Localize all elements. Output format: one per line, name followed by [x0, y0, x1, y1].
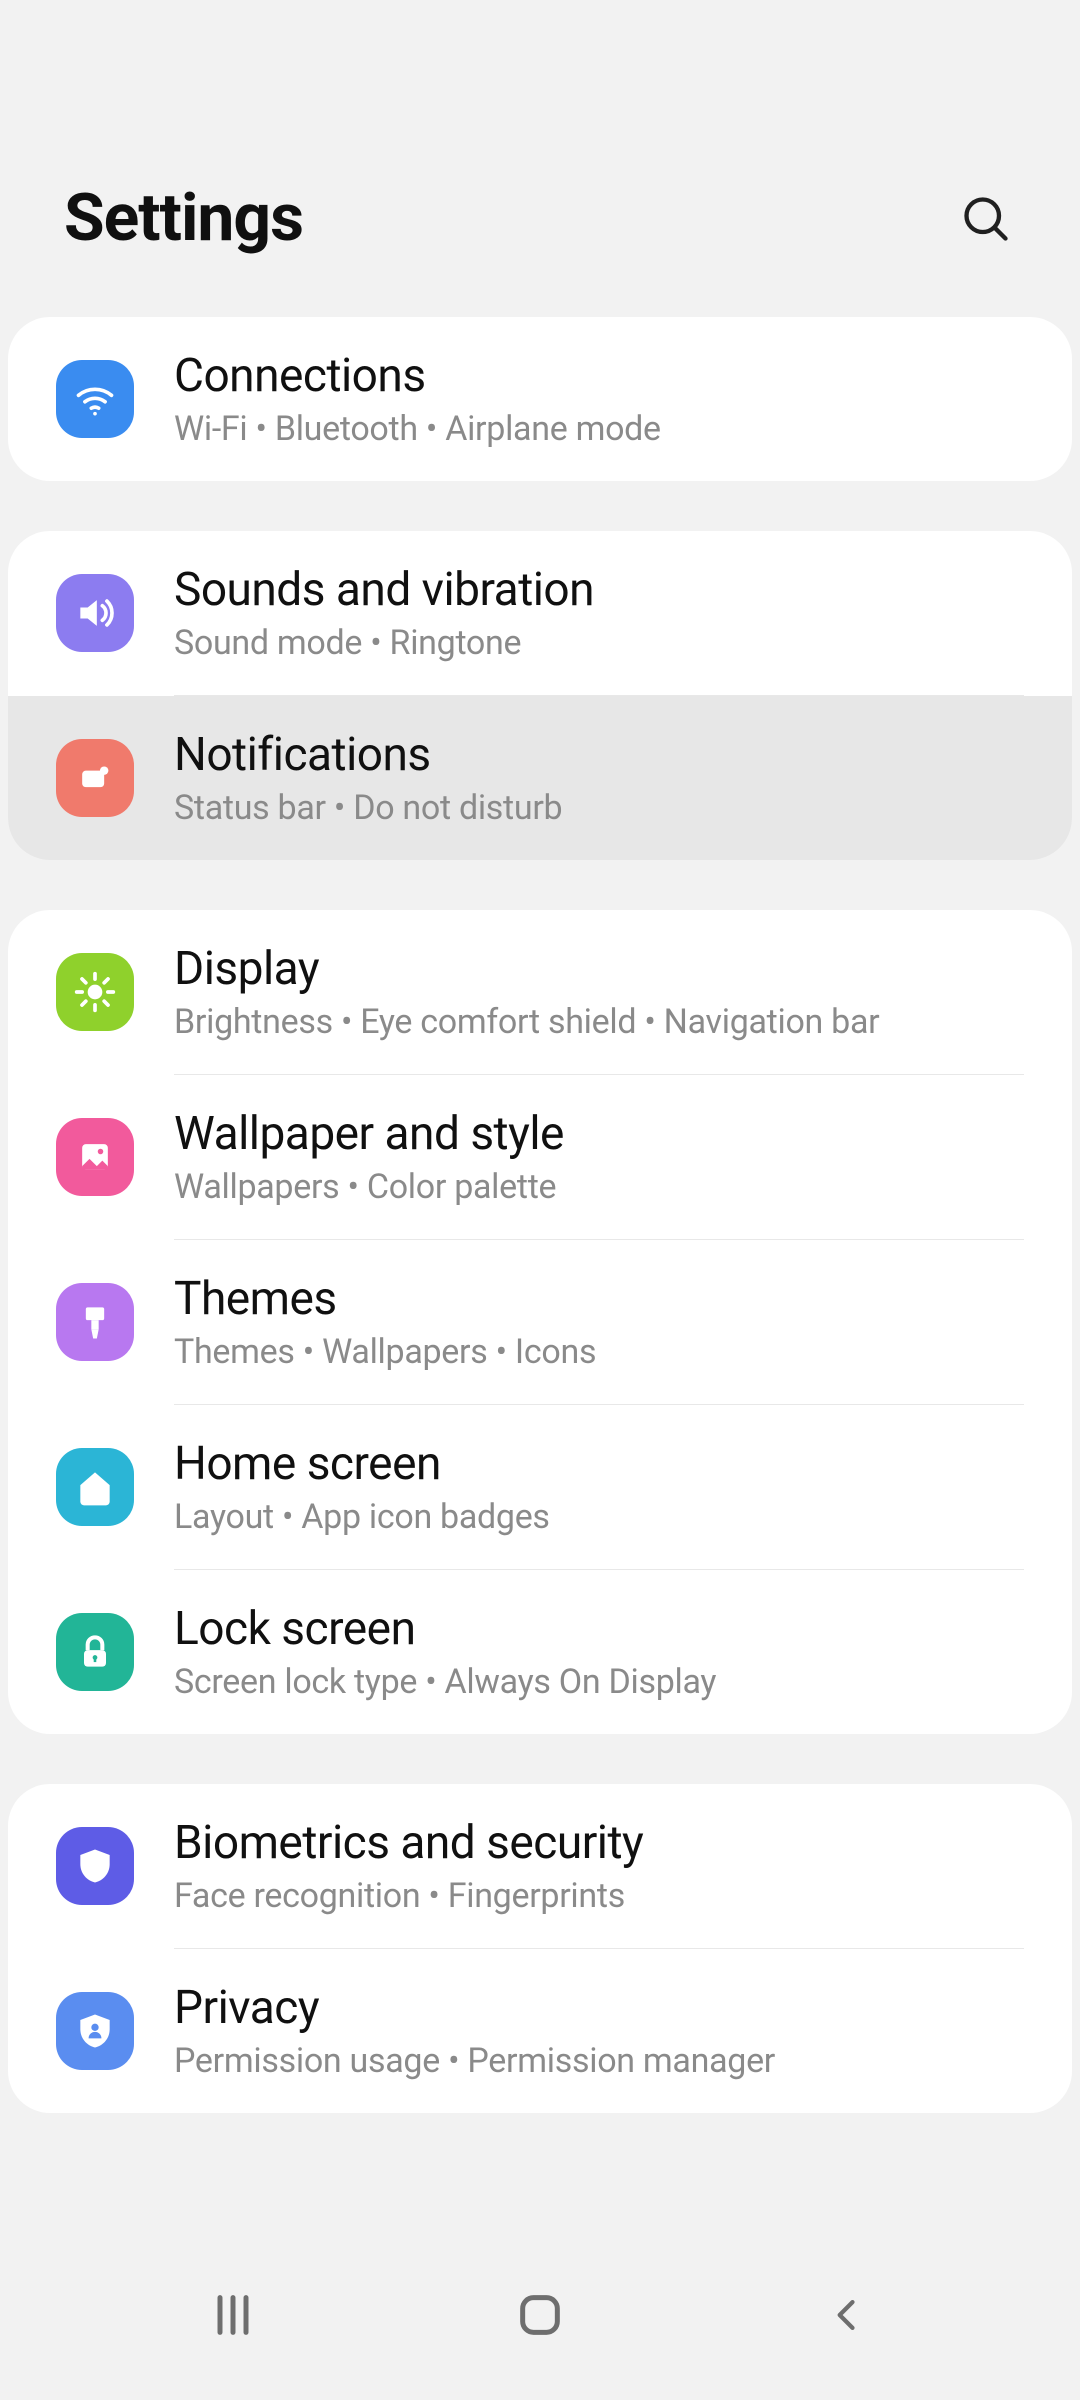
image-icon — [73, 1135, 117, 1179]
wifi-icon-wrap — [56, 360, 134, 438]
settings-item-themes[interactable]: Themes Themes • Wallpapers • Icons — [8, 1240, 1072, 1404]
recents-button[interactable] — [193, 2275, 273, 2355]
item-title: Connections — [174, 349, 1024, 403]
item-title: Display — [174, 942, 1024, 996]
home-icon — [73, 1465, 117, 1509]
brush-icon — [73, 1300, 117, 1344]
recents-icon — [207, 2289, 259, 2341]
item-subtitle: Status bar • Do not disturb — [174, 788, 1024, 828]
settings-page: Settings Connections Wi-Fi • Bluetooth • … — [0, 0, 1080, 2400]
item-text: Home screen Layout • App icon badges — [174, 1437, 1024, 1537]
item-text: Sounds and vibration Sound mode • Rington… — [174, 563, 1024, 663]
settings-item-wallpaper[interactable]: Wallpaper and style Wallpapers • Color pa… — [8, 1075, 1072, 1239]
item-title: Biometrics and security — [174, 1816, 1024, 1870]
settings-item-connections[interactable]: Connections Wi-Fi • Bluetooth • Airplane … — [8, 317, 1072, 481]
shield-icon — [73, 1844, 117, 1888]
item-subtitle: Screen lock type • Always On Display — [174, 1662, 1024, 1702]
item-subtitle: Wi-Fi • Bluetooth • Airplane mode — [174, 409, 1024, 449]
settings-item-sounds[interactable]: Sounds and vibration Sound mode • Rington… — [8, 531, 1072, 695]
settings-group: Connections Wi-Fi • Bluetooth • Airplane … — [8, 317, 1072, 481]
item-text: Biometrics and security Face recognition … — [174, 1816, 1024, 1916]
settings-group: Display Brightness • Eye comfort shield •… — [8, 910, 1072, 1734]
settings-item-biometrics[interactable]: Biometrics and security Face recognition … — [8, 1784, 1072, 1948]
item-subtitle: Layout • App icon badges — [174, 1497, 1024, 1537]
back-icon — [825, 2293, 869, 2337]
settings-group: Biometrics and security Face recognition … — [8, 1784, 1072, 2113]
item-title: Themes — [174, 1272, 1024, 1326]
home-nav-icon — [514, 2289, 566, 2341]
speaker-icon — [73, 591, 117, 635]
search-icon — [960, 193, 1012, 245]
settings-item-homescreen[interactable]: Home screen Layout • App icon badges — [8, 1405, 1072, 1569]
privacy-icon-wrap — [56, 1992, 134, 2070]
item-subtitle: Wallpapers • Color palette — [174, 1167, 1024, 1207]
item-title: Notifications — [174, 728, 1024, 782]
wifi-icon — [73, 377, 117, 421]
brush-icon-wrap — [56, 1283, 134, 1361]
settings-item-lockscreen[interactable]: Lock screen Screen lock type • Always On … — [8, 1570, 1072, 1734]
item-text: Wallpaper and style Wallpapers • Color pa… — [174, 1107, 1024, 1207]
search-button[interactable] — [956, 189, 1016, 249]
item-subtitle: Permission usage • Permission manager — [174, 2041, 1024, 2081]
sun-icon-wrap — [56, 953, 134, 1031]
page-title: Settings — [64, 180, 303, 257]
settings-group: Sounds and vibration Sound mode • Rington… — [8, 531, 1072, 860]
header: Settings — [0, 0, 1080, 317]
back-button[interactable] — [807, 2275, 887, 2355]
navigation-bar — [0, 2230, 1080, 2400]
bell-icon-wrap — [56, 739, 134, 817]
item-text: Privacy Permission usage • Permission man… — [174, 1981, 1024, 2081]
item-title: Home screen — [174, 1437, 1024, 1491]
settings-item-display[interactable]: Display Brightness • Eye comfort shield •… — [8, 910, 1072, 1074]
speaker-icon-wrap — [56, 574, 134, 652]
item-subtitle: Themes • Wallpapers • Icons — [174, 1332, 1024, 1372]
item-text: Notifications Status bar • Do not disturb — [174, 728, 1024, 828]
privacy-icon — [73, 2009, 117, 2053]
lock-icon — [73, 1630, 117, 1674]
shield-icon-wrap — [56, 1827, 134, 1905]
sun-icon — [73, 970, 117, 1014]
item-title: Sounds and vibration — [174, 563, 1024, 617]
home-button[interactable] — [500, 2275, 580, 2355]
home-icon-wrap — [56, 1448, 134, 1526]
item-text: Display Brightness • Eye comfort shield •… — [174, 942, 1024, 1042]
settings-item-privacy[interactable]: Privacy Permission usage • Permission man… — [8, 1949, 1072, 2113]
item-text: Connections Wi-Fi • Bluetooth • Airplane … — [174, 349, 1024, 449]
item-text: Lock screen Screen lock type • Always On … — [174, 1602, 1024, 1702]
item-text: Themes Themes • Wallpapers • Icons — [174, 1272, 1024, 1372]
item-title: Privacy — [174, 1981, 1024, 2035]
item-subtitle: Face recognition • Fingerprints — [174, 1876, 1024, 1916]
lock-icon-wrap — [56, 1613, 134, 1691]
item-title: Wallpaper and style — [174, 1107, 1024, 1161]
item-subtitle: Sound mode • Ringtone — [174, 623, 1024, 663]
item-subtitle: Brightness • Eye comfort shield • Naviga… — [174, 1002, 1024, 1042]
image-icon-wrap — [56, 1118, 134, 1196]
bell-icon — [73, 756, 117, 800]
settings-item-notifications[interactable]: Notifications Status bar • Do not disturb — [8, 696, 1072, 860]
settings-groups: Connections Wi-Fi • Bluetooth • Airplane … — [0, 317, 1080, 2113]
item-title: Lock screen — [174, 1602, 1024, 1656]
